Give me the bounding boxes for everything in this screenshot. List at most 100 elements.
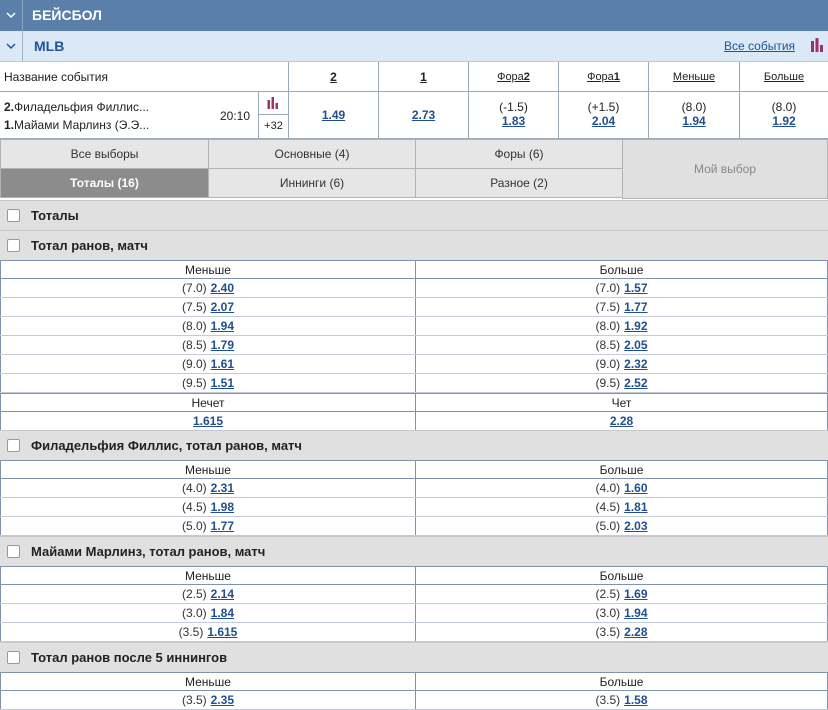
less-cell: (8.5) 1.79 (0, 336, 416, 354)
more-cell: (3.5) 1.58 (416, 691, 828, 709)
less-param: (2.5) (181, 587, 207, 601)
less-odd[interactable]: 1.51 (211, 376, 234, 390)
less-odd[interactable]: 2.31 (211, 481, 234, 495)
more-param: (4.5) (595, 500, 621, 514)
less-cell: (3.0) 1.84 (0, 604, 416, 622)
col-fora1-header[interactable]: Фора1 (558, 62, 648, 91)
more-odd[interactable]: 2.52 (624, 376, 647, 390)
col-1-header[interactable]: 1 (378, 62, 468, 91)
tab-totals[interactable]: Тоталы (16) (0, 168, 209, 198)
section-title: Майами Марлинз, тотал ранов, матч (31, 544, 266, 559)
event-stats-button[interactable] (258, 92, 288, 115)
less-param: (7.5) (181, 300, 207, 314)
section-checkbox[interactable] (7, 439, 20, 452)
col-less-header[interactable]: Меньше (648, 62, 739, 91)
more-odd[interactable]: 1.57 (624, 281, 647, 295)
more-odd[interactable]: 2.32 (624, 357, 647, 371)
odd-value[interactable]: 1.615 (193, 414, 223, 428)
chevron-down-icon[interactable] (0, 0, 23, 31)
less-odd[interactable]: 1.79 (211, 338, 234, 352)
section-checkbox[interactable] (7, 239, 20, 252)
sport-header[interactable]: БЕЙСБОЛ (0, 0, 828, 31)
less-param: (9.5) (181, 376, 207, 390)
tab-main[interactable]: Основные (4) (208, 139, 416, 169)
odd-cell-fora2: (-1.5) 1.83 (468, 92, 558, 138)
odd-less[interactable]: 1.94 (682, 114, 705, 128)
col-more-header[interactable]: Больше (739, 62, 828, 91)
more-odd[interactable]: 1.94 (624, 606, 647, 620)
tab-innings[interactable]: Иннинги (6) (208, 168, 416, 198)
section-header-after5[interactable]: Тотал ранов после 5 иннингов (0, 642, 828, 672)
section-checkbox[interactable] (7, 545, 20, 558)
more-markets-button[interactable]: +32 (258, 115, 288, 138)
all-events-link[interactable]: Все события (724, 39, 795, 53)
less-odd[interactable]: 2.14 (211, 587, 234, 601)
more-header: Больше (416, 567, 828, 584)
more-odd[interactable]: 1.60 (624, 481, 647, 495)
odd-fora1[interactable]: 2.04 (592, 114, 615, 128)
less-cell: (3.5) 2.35 (0, 691, 416, 709)
less-odd[interactable]: 1.84 (211, 606, 234, 620)
more-cell: (3.5) 2.28 (416, 623, 828, 641)
event-row: 2.Филадельфия Филлис... 1.Майами Марлинз… (0, 92, 828, 139)
more-header: Больше (416, 673, 828, 690)
less-param: (8.5) (181, 338, 207, 352)
league-header[interactable]: MLB Все события (0, 31, 828, 62)
less-odd[interactable]: 1.94 (211, 319, 234, 333)
less-odd[interactable]: 2.40 (211, 281, 234, 295)
section-title: Тотал ранов, матч (31, 238, 148, 253)
section-checkbox[interactable] (7, 209, 20, 222)
more-odd[interactable]: 1.58 (624, 693, 647, 707)
more-param: (5.0) (595, 519, 621, 533)
team-1[interactable]: 2.Филадельфия Филлис... (4, 100, 149, 114)
odd-2[interactable]: 1.49 (289, 108, 378, 122)
more-odd[interactable]: 1.77 (624, 300, 647, 314)
less-odd[interactable]: 1.77 (211, 519, 234, 533)
less-param: (4.0) (181, 481, 207, 495)
less-param: (3.0) (181, 606, 207, 620)
less-cell: (8.0) 1.94 (0, 317, 416, 335)
tab-my-choice[interactable]: Мой выбор (622, 139, 828, 199)
odd-more[interactable]: 1.92 (772, 114, 795, 128)
section-header-phil[interactable]: Филадельфия Филлис, тотал ранов, матч (0, 430, 828, 460)
odd-1[interactable]: 2.73 (379, 108, 468, 122)
event-name-header: Название события (4, 70, 108, 84)
more-odd[interactable]: 1.81 (624, 500, 647, 514)
sport-title: БЕЙСБОЛ (32, 7, 102, 23)
more-odd[interactable]: 2.03 (624, 519, 647, 533)
less-odd[interactable]: 2.07 (211, 300, 234, 314)
odd-fora2[interactable]: 1.83 (502, 114, 525, 128)
section-header-total-runs[interactable]: Тотал ранов, матч (0, 230, 828, 260)
tab-all[interactable]: Все выборы (0, 139, 209, 169)
more-param: (3.5) (595, 693, 621, 707)
less-odd[interactable]: 1.98 (211, 500, 234, 514)
more-odd[interactable]: 1.69 (624, 587, 647, 601)
section-title: Филадельфия Филлис, тотал ранов, матч (31, 438, 302, 453)
odd-cell-fora1: (+1.5) 2.04 (558, 92, 648, 138)
stats-icon[interactable] (810, 38, 824, 52)
col-fora2-header[interactable]: Фора2 (468, 62, 558, 91)
table-row: (5.0) 1.77 (5.0) 2.03 (0, 517, 828, 536)
section-checkbox[interactable] (7, 651, 20, 664)
less-cell: (4.0) 2.31 (0, 479, 416, 497)
section-title: Тотал ранов после 5 иннингов (31, 650, 228, 665)
tab-foras[interactable]: Форы (6) (415, 139, 623, 169)
col-2-header[interactable]: 2 (288, 62, 378, 91)
even-value[interactable]: 2.28 (610, 414, 633, 428)
section-header-totals[interactable]: Тоталы (0, 200, 828, 230)
table-row: (9.5) 1.51 (9.5) 2.52 (0, 374, 828, 393)
more-odd[interactable]: 2.05 (624, 338, 647, 352)
even-cell: 2.28 (416, 412, 828, 430)
team-2[interactable]: 1.Майами Марлинз (Э.Э... (4, 118, 149, 132)
tab-misc[interactable]: Разное (2) (415, 168, 623, 198)
less-odd[interactable]: 1.615 (207, 625, 237, 639)
less-odd[interactable]: 2.35 (211, 693, 234, 707)
chevron-down-icon[interactable] (0, 31, 23, 61)
more-odd[interactable]: 1.92 (624, 319, 647, 333)
table-row: (3.5) 2.35 (3.5) 1.58 (0, 691, 828, 710)
more-odd[interactable]: 2.28 (624, 625, 647, 639)
less-odd[interactable]: 1.61 (211, 357, 234, 371)
section-header-miami[interactable]: Майами Марлинз, тотал ранов, матч (0, 536, 828, 566)
more-param: (8.5) (595, 338, 621, 352)
more-header: Больше (416, 261, 828, 278)
